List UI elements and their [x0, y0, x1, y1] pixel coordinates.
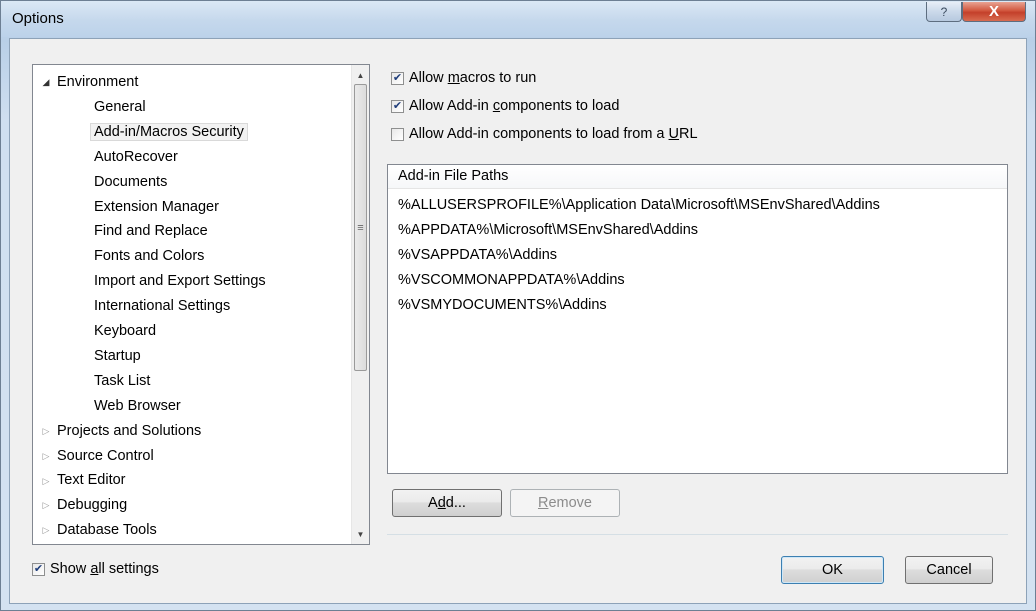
triangle-down-icon[interactable]: ◢: [39, 71, 53, 93]
tree-item-label: General: [94, 98, 146, 115]
tree-item[interactable]: ▷ Debugging: [39, 494, 131, 518]
scroll-up-icon[interactable]: ▲: [352, 67, 369, 84]
tree-item-label: Fonts and Colors: [94, 248, 205, 265]
addin-paths-list[interactable]: Add-in File Paths %ALLUSERSPROFILE%\Appl…: [387, 164, 1008, 474]
allow-addins-url-checkbox[interactable]: Allow Add-in components to load from a U…: [391, 126, 698, 142]
path-row[interactable]: %VSAPPDATA%\Addins: [388, 243, 1007, 268]
divider: [387, 534, 1008, 535]
tree-item-label: Find and Replace: [94, 223, 208, 240]
tree-item-label: Extension Manager: [94, 198, 219, 215]
settings-tree[interactable]: ◢ Environment General Add-in/Macros Securit…: [32, 64, 370, 545]
tree-item-label: Add-in/Macros Security: [90, 122, 248, 141]
tree-item-label: Startup: [94, 347, 141, 364]
close-icon: X: [988, 3, 999, 20]
triangle-right-icon[interactable]: ▷: [39, 470, 53, 492]
ok-button[interactable]: OK: [781, 556, 884, 584]
allow-addins-checkbox[interactable]: ✔ Allow Add-in components to load: [391, 98, 619, 114]
triangle-right-icon[interactable]: ▷: [39, 445, 53, 467]
remove-button[interactable]: Remove: [510, 489, 620, 517]
check-icon: ✔: [391, 99, 404, 113]
tree-item[interactable]: Find and Replace: [90, 220, 212, 244]
tree-item[interactable]: Documents: [90, 171, 171, 195]
tree-scrollbar[interactable]: ▲ ≡ ▼: [351, 65, 369, 544]
tree-item[interactable]: General: [90, 96, 150, 120]
dialog-body: ◢ Environment General Add-in/Macros Securit…: [9, 38, 1027, 604]
tree-item-label: Source Control: [57, 447, 154, 464]
tree-item[interactable]: International Settings: [90, 295, 234, 319]
grip-icon: ≡: [357, 221, 364, 234]
tree-item[interactable]: ▷ Text Editor: [39, 469, 130, 493]
paths-column-header: Add-in File Paths: [388, 165, 1007, 189]
title-bar: Options ? X: [1, 1, 1035, 37]
tree-item[interactable]: Task List: [90, 370, 154, 394]
path-row[interactable]: %VSMYDOCUMENTS%\Addins: [388, 293, 1007, 318]
tree-item[interactable]: ▷ Source Control: [39, 445, 158, 469]
check-icon: ✔: [391, 71, 404, 85]
tree-item[interactable]: ▷ Database Tools: [39, 519, 161, 543]
tree-item[interactable]: Add-in/Macros Security: [90, 121, 248, 145]
allow-macros-label: Allow macros to run: [409, 70, 537, 86]
close-button[interactable]: X: [962, 2, 1026, 22]
tree-item[interactable]: Import and Export Settings: [90, 270, 270, 294]
help-button[interactable]: ?: [926, 2, 962, 22]
allow-addins-url-label: Allow Add-in components to load from a U…: [409, 126, 698, 142]
tree-item[interactable]: Web Browser: [90, 395, 185, 419]
allow-macros-checkbox[interactable]: ✔ Allow macros to run: [391, 70, 536, 86]
allow-addins-label: Allow Add-in components to load: [409, 98, 620, 114]
show-all-settings-checkbox[interactable]: ✔ Show all settings: [32, 561, 159, 577]
checkbox-empty-icon: [391, 127, 404, 141]
tree-item-label: Import and Export Settings: [94, 273, 266, 290]
tree-item-label: AutoRecover: [94, 148, 178, 165]
scroll-down-icon[interactable]: ▼: [352, 526, 369, 543]
tree-item-label: Environment: [57, 74, 139, 90]
triangle-right-icon[interactable]: ▷: [39, 519, 53, 541]
show-all-settings-label: Show all settings: [50, 561, 159, 577]
path-row[interactable]: %ALLUSERSPROFILE%\Application Data\Micro…: [388, 193, 1007, 218]
tree-item-label: Documents: [94, 173, 168, 190]
triangle-right-icon[interactable]: ▷: [39, 494, 53, 516]
tree-item[interactable]: AutoRecover: [90, 146, 182, 170]
tree-item[interactable]: Extension Manager: [90, 196, 223, 220]
window-title: Options: [12, 10, 64, 27]
add-button[interactable]: Ad d...: [392, 489, 502, 517]
tree-item[interactable]: Keyboard: [90, 320, 160, 344]
tree-item-label: Database Tools: [57, 522, 157, 539]
scroll-thumb[interactable]: ≡: [354, 84, 367, 371]
tree-item[interactable]: ▷ Projects and Solutions: [39, 420, 205, 444]
tree-item[interactable]: ◢ Environment: [39, 71, 142, 95]
tree-item[interactable]: Startup: [90, 345, 145, 369]
path-row[interactable]: %VSCOMMONAPPDATA%\Addins: [388, 268, 1007, 293]
triangle-right-icon[interactable]: ▷: [39, 420, 53, 442]
cancel-button[interactable]: Cancel: [905, 556, 993, 584]
tree-item-label: Task List: [94, 372, 151, 389]
tree-item[interactable]: Fonts and Colors: [90, 245, 208, 269]
tree-item-label: Text Editor: [57, 472, 126, 489]
tree-item-label: Projects and Solutions: [57, 422, 202, 439]
check-icon: ✔: [32, 562, 45, 576]
tree-item-label: Debugging: [57, 497, 128, 514]
path-row[interactable]: %APPDATA%\Microsoft\MSEnvShared\Addins: [388, 218, 1007, 243]
options-dialog: Options ? X ◢ Environment General Add-in/Ma…: [0, 0, 1036, 611]
tree-item-label: Keyboard: [94, 323, 157, 339]
tree-item-label: Web Browser: [94, 397, 181, 414]
help-icon: ?: [940, 4, 948, 19]
tree-item-label: International Settings: [94, 298, 231, 315]
